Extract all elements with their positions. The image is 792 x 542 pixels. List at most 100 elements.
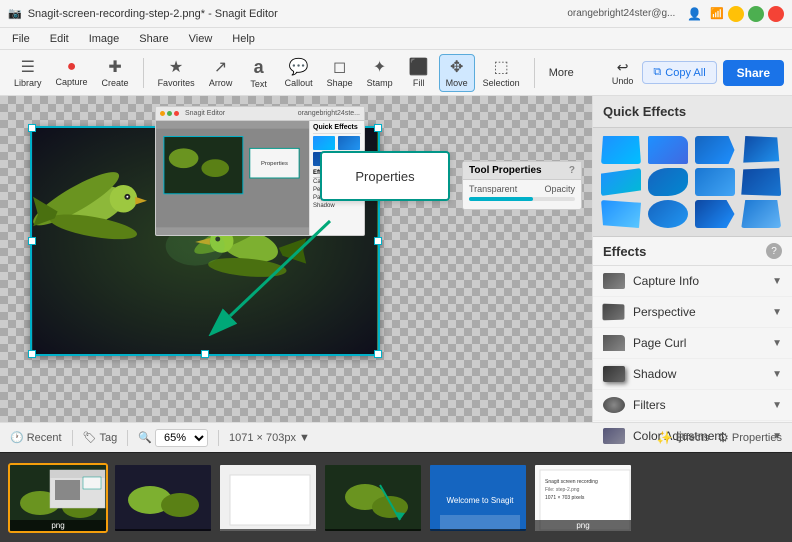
menu-image[interactable]: Image bbox=[85, 31, 124, 47]
effects-status-button[interactable]: ✨ Effects bbox=[657, 430, 710, 446]
effect-thumb-1[interactable] bbox=[601, 136, 641, 164]
filters-icon bbox=[603, 397, 625, 413]
effect-thumb-11[interactable] bbox=[695, 200, 735, 228]
nested-panel-title: Quick Effects bbox=[313, 124, 361, 134]
tag-button[interactable]: 🏷 Tag bbox=[83, 431, 118, 444]
stamp-label: Stamp bbox=[367, 78, 393, 88]
zoom-select[interactable]: 65% bbox=[155, 429, 208, 447]
effect-thumb-9[interactable] bbox=[601, 200, 641, 228]
move-icon: ✥ bbox=[450, 57, 463, 77]
effect-item-filters[interactable]: Filters ▼ bbox=[593, 390, 792, 421]
thumbnail-6[interactable]: Snagit screen recording File: step-2.png… bbox=[533, 463, 633, 533]
copy-all-button[interactable]: ⧉ Copy All bbox=[642, 61, 716, 84]
handle-top-left[interactable] bbox=[28, 124, 36, 132]
effect-thumb-2[interactable] bbox=[648, 136, 688, 164]
svg-text:Properties: Properties bbox=[261, 161, 288, 167]
menu-view[interactable]: View bbox=[185, 31, 217, 47]
selection-button[interactable]: ⬚ Selection bbox=[477, 54, 526, 92]
effect-item-shadow[interactable]: Shadow ▼ bbox=[593, 359, 792, 390]
toolbar-tools-group: ★ Favorites ↗ Arrow a Text 💬 Callout ◻ S… bbox=[152, 54, 526, 92]
shape-button[interactable]: ◻ Shape bbox=[321, 54, 359, 92]
fill-button[interactable]: ⬛ Fill bbox=[401, 54, 437, 92]
thumbnail-2[interactable] bbox=[113, 463, 213, 533]
more-button[interactable]: More bbox=[543, 63, 580, 83]
handle-bottom-left[interactable] bbox=[28, 350, 36, 358]
properties-status-button[interactable]: ⚙ Properties bbox=[717, 430, 782, 446]
text-button[interactable]: a Text bbox=[241, 54, 277, 92]
selection-icon: ⬚ bbox=[494, 57, 509, 77]
minimize-button[interactable] bbox=[728, 6, 744, 22]
handle-right-middle[interactable] bbox=[374, 237, 382, 245]
handle-bottom-right[interactable] bbox=[374, 350, 382, 358]
callout-button[interactable]: 💬 Callout bbox=[279, 54, 319, 92]
menu-share[interactable]: Share bbox=[135, 31, 172, 47]
menu-bar: File Edit Image Share View Help bbox=[0, 28, 792, 50]
toolbar: ☰ Library ● Capture ✚ Create ★ Favorites… bbox=[0, 50, 792, 96]
effect-item-shadow-left: Shadow bbox=[603, 366, 676, 382]
effect-thumb-4[interactable] bbox=[741, 136, 781, 164]
maximize-button[interactable] bbox=[748, 6, 764, 22]
main-layout: Snagit Editor orangebright24ste... Prope… bbox=[0, 96, 792, 422]
handle-top-right[interactable] bbox=[374, 124, 382, 132]
status-sep-2 bbox=[127, 430, 128, 446]
effect-thumb-6[interactable] bbox=[648, 168, 688, 196]
favorites-button[interactable]: ★ Favorites bbox=[152, 54, 201, 92]
capture-button[interactable]: ● Capture bbox=[50, 54, 94, 92]
effect-thumb-5[interactable] bbox=[601, 168, 641, 196]
effects-wand-icon: ✨ bbox=[657, 430, 673, 446]
thumbnail-1[interactable]: png bbox=[8, 463, 108, 533]
recent-button[interactable]: 🕐 Recent bbox=[10, 431, 62, 444]
text-label: Text bbox=[250, 79, 267, 89]
arrow-label: Arrow bbox=[209, 78, 233, 88]
selection-label: Selection bbox=[483, 78, 520, 88]
stamp-button[interactable]: ✦ Stamp bbox=[361, 54, 399, 92]
canvas-area[interactable]: Snagit Editor orangebright24ste... Prope… bbox=[0, 96, 592, 422]
nested-dot-1 bbox=[160, 111, 165, 116]
close-button[interactable] bbox=[768, 6, 784, 22]
handle-bottom-middle[interactable] bbox=[201, 350, 209, 358]
capture-info-icon bbox=[603, 273, 625, 289]
fill-label: Fill bbox=[413, 78, 425, 88]
library-button[interactable]: ☰ Library bbox=[8, 54, 48, 92]
effect-thumb-12[interactable] bbox=[741, 200, 781, 228]
filters-expand[interactable]: ▼ bbox=[772, 400, 782, 411]
thumbnail-5[interactable]: Welcome to Snagit bbox=[428, 463, 528, 533]
capture-info-label: Capture Info bbox=[633, 274, 699, 288]
nested-toolbar: Snagit Editor orangebright24ste... bbox=[156, 107, 364, 121]
menu-help[interactable]: Help bbox=[228, 31, 259, 47]
effect-item-perspective-left: Perspective bbox=[603, 304, 696, 320]
effects-help-button[interactable]: ? bbox=[766, 243, 782, 259]
page-curl-icon bbox=[603, 335, 625, 351]
title-bar: 📷 Snagit-screen-recording-step-2.png* - … bbox=[0, 0, 792, 28]
copy-icon: ⧉ bbox=[653, 66, 661, 79]
app-title: Snagit-screen-recording-step-2.png* - Sn… bbox=[28, 8, 278, 20]
quick-effects-grid bbox=[593, 128, 792, 237]
thumb-5-label bbox=[430, 529, 526, 531]
menu-file[interactable]: File bbox=[8, 31, 34, 47]
undo-button[interactable]: ↩ Undo bbox=[609, 56, 637, 89]
thumbnail-4[interactable] bbox=[323, 463, 423, 533]
move-button[interactable]: ✥ Move bbox=[439, 54, 475, 92]
text-icon: a bbox=[254, 57, 264, 78]
effect-thumb-7[interactable] bbox=[695, 168, 735, 196]
nested-dot-3 bbox=[174, 111, 179, 116]
effect-thumb-10[interactable] bbox=[648, 200, 688, 228]
recent-icon: 🕐 bbox=[10, 431, 24, 444]
perspective-expand[interactable]: ▼ bbox=[772, 307, 782, 318]
create-button[interactable]: ✚ Create bbox=[96, 54, 135, 92]
shadow-expand[interactable]: ▼ bbox=[772, 369, 782, 380]
wifi-icon: 📶 bbox=[710, 7, 724, 20]
star-icon: ★ bbox=[169, 57, 183, 77]
handle-left-middle[interactable] bbox=[28, 237, 36, 245]
arrow-button[interactable]: ↗ Arrow bbox=[203, 54, 239, 92]
effect-thumb-8[interactable] bbox=[741, 168, 781, 196]
share-button[interactable]: Share bbox=[723, 60, 784, 86]
thumbnail-3[interactable] bbox=[218, 463, 318, 533]
menu-edit[interactable]: Edit bbox=[46, 31, 73, 47]
effect-item-capture-info[interactable]: Capture Info ▼ bbox=[593, 266, 792, 297]
effect-item-perspective[interactable]: Perspective ▼ bbox=[593, 297, 792, 328]
effect-item-page-curl[interactable]: Page Curl ▼ bbox=[593, 328, 792, 359]
effect-thumb-3[interactable] bbox=[695, 136, 735, 164]
page-curl-expand[interactable]: ▼ bbox=[772, 338, 782, 349]
capture-info-expand[interactable]: ▼ bbox=[772, 276, 782, 287]
